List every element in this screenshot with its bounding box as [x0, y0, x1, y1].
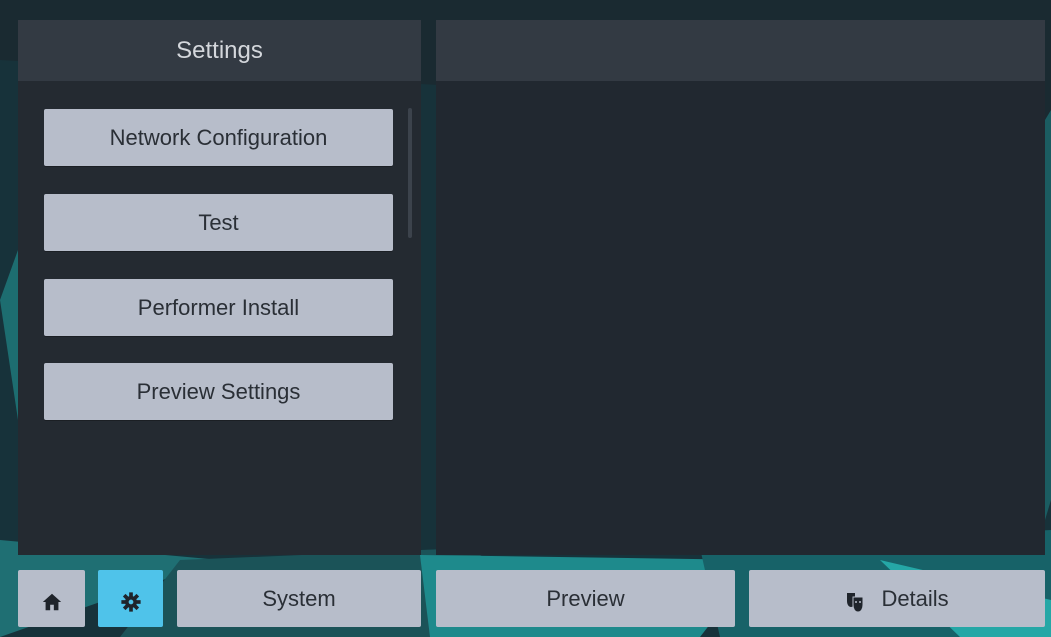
- details-button[interactable]: Details: [749, 570, 1045, 627]
- settings-title: Settings: [18, 20, 421, 81]
- masks-icon: [845, 572, 865, 629]
- settings-panel: Settings Network Configuration Test Perf…: [18, 20, 421, 555]
- network-configuration-button[interactable]: Network Configuration: [44, 109, 393, 166]
- home-button[interactable]: [18, 570, 85, 627]
- scrollbar[interactable]: [408, 108, 412, 238]
- details-label: Details: [881, 586, 949, 611]
- settings-button[interactable]: [98, 570, 163, 627]
- home-icon: [41, 572, 63, 629]
- test-button[interactable]: Test: [44, 194, 393, 251]
- performer-install-button[interactable]: Performer Install: [44, 279, 393, 336]
- system-button[interactable]: System: [177, 570, 421, 627]
- content-header: [436, 20, 1045, 81]
- content-panel: [436, 20, 1045, 555]
- gear-icon: [120, 572, 142, 629]
- preview-settings-button[interactable]: Preview Settings: [44, 363, 393, 420]
- preview-button[interactable]: Preview: [436, 570, 735, 627]
